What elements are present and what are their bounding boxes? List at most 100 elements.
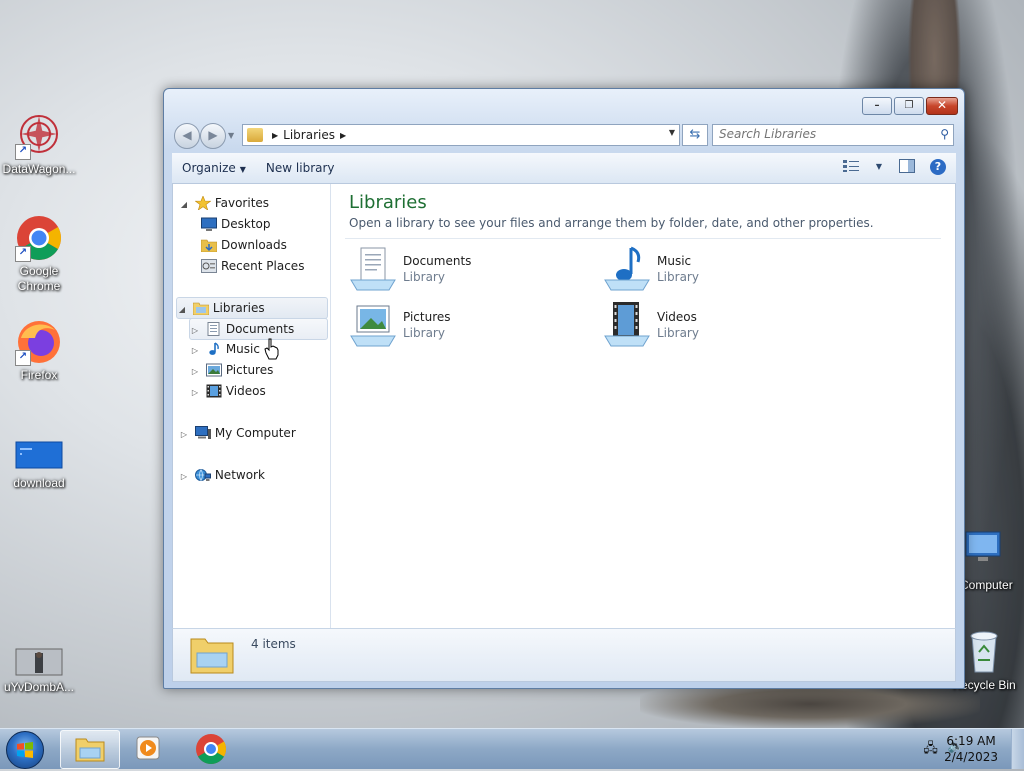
windows-logo-icon — [17, 742, 33, 758]
library-list-pane[interactable]: Libraries Open a library to see your fil… — [331, 184, 955, 628]
start-button[interactable] — [6, 731, 44, 769]
desktop-icon-chrome[interactable]: ↗ Google Chrome — [0, 214, 78, 294]
close-icon: ✕ — [936, 98, 948, 112]
expand-triangle-icon[interactable]: ◢ — [179, 195, 189, 215]
documents-icon — [206, 321, 222, 336]
tree-item-pictures[interactable]: ▷ Pictures — [190, 360, 273, 380]
computer-icon — [194, 425, 211, 440]
caption-buttons: – ❐ ✕ — [862, 97, 958, 115]
chevron-down-icon: ▼ — [239, 165, 246, 174]
library-name: Documents — [403, 254, 472, 268]
tree-label: Desktop — [221, 217, 271, 231]
tree-item-documents[interactable]: ▷ Documents — [189, 318, 328, 340]
collapsed-triangle-icon[interactable]: ▷ — [190, 383, 200, 403]
tree-item-music[interactable]: ▷ Music — [190, 339, 260, 359]
tree-my-computer[interactable]: ▷ My Computer — [179, 423, 296, 443]
datawagon-app-icon: ↗ — [15, 112, 63, 160]
divider — [345, 238, 941, 239]
expand-triangle-icon[interactable]: ◢ — [177, 300, 187, 320]
search-box[interactable]: ⚲ — [712, 124, 954, 146]
media-player-icon — [136, 736, 160, 760]
music-note-icon — [206, 341, 222, 356]
library-type: Library — [403, 270, 445, 284]
refresh-button[interactable]: ⇆ — [682, 124, 708, 146]
tree-libraries[interactable]: ◢ Libraries — [176, 297, 328, 319]
view-options-icon — [843, 160, 859, 172]
details-pane: 4 items — [172, 628, 956, 682]
collapsed-triangle-icon[interactable]: ▷ — [190, 362, 200, 382]
image-thumbnail-icon — [15, 648, 63, 678]
desktop-icon-firefox[interactable]: ↗ Firefox — [0, 318, 78, 383]
forward-button[interactable]: ▶ — [200, 123, 226, 149]
library-name: Pictures — [403, 310, 451, 324]
breadcrumb-libraries[interactable]: Libraries — [283, 128, 335, 142]
tree-item-recent-places[interactable]: Recent Places — [199, 256, 304, 276]
tree-label: Videos — [225, 384, 266, 398]
address-bar[interactable]: ▶ Libraries ▶ ▼ — [242, 124, 680, 146]
organize-button[interactable]: Organize ▼ — [172, 161, 256, 175]
explorer-window[interactable]: – ❐ ✕ ◀ ▶ ▼ ▶ Libraries ▶ ▼ ⇆ ⚲ — [163, 88, 965, 689]
clock-time: 6:19 AM — [946, 734, 996, 748]
search-input[interactable] — [713, 125, 935, 143]
breadcrumb-separator-icon[interactable]: ▶ — [272, 131, 278, 140]
minimize-button[interactable]: – — [862, 97, 892, 115]
library-tile-music[interactable]: Music Library — [603, 246, 843, 298]
desktop-icon-datawagon[interactable]: ↗ DataWagon... — [0, 112, 78, 177]
new-library-button[interactable]: New library — [256, 161, 345, 175]
taskbar-chrome-button[interactable] — [182, 730, 240, 767]
library-tile-documents[interactable]: Documents Library — [349, 246, 589, 298]
shortcut-arrow-icon: ↗ — [15, 350, 31, 366]
item-count: 4 items — [251, 637, 296, 651]
back-button[interactable]: ◀ — [174, 123, 200, 149]
tree-label: Pictures — [225, 363, 274, 377]
hand-cursor-icon — [264, 338, 280, 360]
film-strip-icon — [206, 384, 222, 398]
documents-library-icon — [349, 246, 397, 294]
library-tile-pictures[interactable]: Pictures Library — [349, 302, 589, 354]
desktop-icon-label: download — [13, 476, 65, 490]
desktop-icon-image[interactable]: uYvDombA... — [0, 648, 78, 695]
taskbar-media-player-button[interactable] — [120, 730, 178, 767]
library-tile-videos[interactable]: Videos Library — [603, 302, 843, 354]
navigation-row: ◀ ▶ ▼ ▶ Libraries ▶ ▼ ⇆ ⚲ — [172, 123, 956, 149]
collapsed-triangle-icon[interactable]: ▷ — [190, 321, 200, 341]
star-icon — [194, 194, 212, 211]
restore-button[interactable]: ❐ — [894, 97, 924, 115]
navigation-pane[interactable]: ◢ Favorites Desktop Downloads Recent Pla… — [173, 184, 331, 628]
tree-item-downloads[interactable]: Downloads — [199, 235, 287, 255]
change-view-button[interactable] — [842, 159, 860, 175]
libraries-folder-icon — [247, 128, 263, 142]
address-history-dropdown[interactable]: ▼ — [669, 128, 675, 137]
content-area: ◢ Favorites Desktop Downloads Recent Pla… — [172, 184, 956, 628]
view-dropdown-chevron-icon[interactable]: ▼ — [874, 159, 884, 175]
show-desktop-button[interactable] — [1011, 729, 1024, 769]
minimize-icon: – — [874, 100, 880, 111]
tree-favorites[interactable]: ◢ Favorites — [179, 193, 269, 213]
tree-label: Recent Places — [221, 259, 305, 273]
chrome-icon — [196, 734, 227, 765]
libraries-icon — [192, 301, 210, 315]
tree-item-videos[interactable]: ▷ Videos — [190, 381, 266, 401]
tree-item-desktop[interactable]: Desktop — [199, 214, 271, 234]
search-icon[interactable]: ⚲ — [940, 127, 949, 141]
page-title: Libraries — [349, 192, 427, 213]
preview-pane-button[interactable] — [898, 159, 916, 175]
library-name: Videos — [657, 310, 697, 324]
breadcrumb-separator-icon[interactable]: ▶ — [340, 131, 346, 140]
network-status-icon[interactable]: 🖧 — [923, 739, 938, 761]
taskbar-explorer-button[interactable] — [60, 730, 120, 769]
desktop-icon-label: Google Chrome — [17, 264, 61, 293]
collapsed-triangle-icon[interactable]: ▷ — [179, 467, 189, 487]
tree-label: Favorites — [214, 196, 270, 210]
tree-network[interactable]: ▷ Network — [179, 465, 265, 485]
computer-icon — [960, 528, 1008, 576]
clock[interactable]: 6:19 AM 2/4/2023 — [944, 733, 998, 765]
recent-pages-dropdown[interactable]: ▼ — [228, 131, 234, 140]
close-button[interactable]: ✕ — [926, 97, 958, 115]
tree-label: My Computer — [214, 426, 296, 440]
desktop-icon-download[interactable]: download — [0, 440, 78, 491]
collapsed-triangle-icon[interactable]: ▷ — [190, 341, 200, 361]
chrome-icon: ↗ — [15, 214, 63, 262]
help-icon[interactable]: ? — [930, 159, 946, 175]
collapsed-triangle-icon[interactable]: ▷ — [179, 425, 189, 445]
